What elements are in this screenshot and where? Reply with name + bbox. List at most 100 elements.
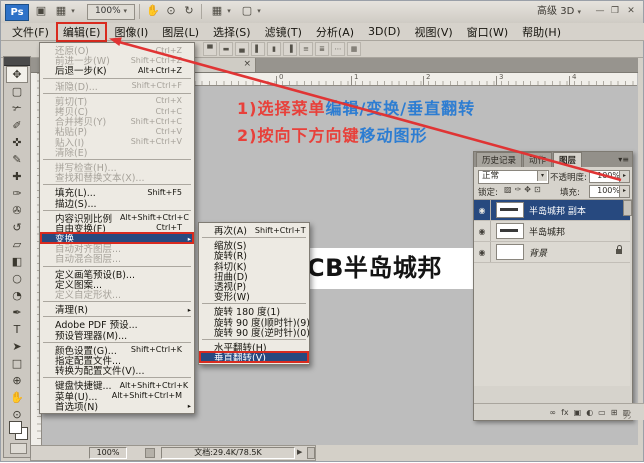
menu-item[interactable]: 后退一步(K) Alt+Ctrl+Z ▸ <box>40 65 194 75</box>
minimize-button[interactable]: — <box>593 4 607 18</box>
pen-tool[interactable]: ✒ <box>6 304 28 321</box>
visibility-eye-icon[interactable]: ◉ <box>479 227 486 236</box>
lock-pixels-icon[interactable]: ✑ <box>515 185 522 194</box>
tab-close-icon[interactable]: × <box>243 59 251 69</box>
adjustment-layer-icon[interactable]: ◐ <box>586 408 593 417</box>
visibility-eye-icon[interactable]: ◉ <box>479 248 486 257</box>
workspace-switcher[interactable]: 高级 3D ▾ <box>537 4 581 19</box>
hand-icon[interactable]: ✋ <box>145 3 161 19</box>
menu-item[interactable]: 预设管理器(M)... ▸ <box>40 330 194 340</box>
panel-menu-icon[interactable]: ▾≡ <box>618 155 629 164</box>
menu-bar-item[interactable]: 分析(A) <box>309 23 361 41</box>
link-layers-icon[interactable]: ∞ <box>549 408 556 417</box>
menu-bar-item[interactable]: 视图(V) <box>408 23 460 41</box>
layer-mask-icon[interactable]: ▣ <box>574 408 582 417</box>
align-icon[interactable]: ≣ <box>315 42 329 56</box>
align-icon[interactable]: ▌ <box>251 42 265 56</box>
tools-panel-header[interactable] <box>4 57 30 66</box>
spot-healing-brush-tool[interactable]: ✚ <box>6 168 28 185</box>
submenu-item[interactable]: 垂直翻转(V) ▸ <box>199 352 309 362</box>
lasso-tool[interactable]: ✃ <box>6 100 28 117</box>
layer-list-scrollbar[interactable] <box>623 200 632 216</box>
quick-mask-button[interactable] <box>10 443 27 454</box>
menu-bar-item[interactable]: 3D(D) <box>361 24 408 39</box>
screen-mode-caret-icon[interactable]: ▾ <box>255 3 263 19</box>
menu-bar-item[interactable]: 选择(S) <box>206 23 258 41</box>
menu-bar-item[interactable]: 图像(I) <box>107 23 155 41</box>
lock-position-icon[interactable]: ✥ <box>524 185 531 194</box>
layer-row[interactable]: ◉ 半岛城邦 <box>474 221 630 242</box>
menu-item[interactable]: 首选项(N) ▸ <box>40 401 194 411</box>
lock-all-icon[interactable]: ⊡ <box>534 185 541 194</box>
gradient-tool[interactable]: ◧ <box>6 253 28 270</box>
menu-bar-item[interactable]: 滤镜(T) <box>258 23 309 41</box>
eraser-tool[interactable]: ▱ <box>6 236 28 253</box>
blend-mode-select[interactable]: 正常 ▾ <box>478 170 549 184</box>
layer-name[interactable]: 半岛城邦 副本 <box>529 204 586 217</box>
dodge-tool[interactable]: ◔ <box>6 287 28 304</box>
align-icon[interactable]: ▮ <box>267 42 281 56</box>
menu-item[interactable]: 清除(E) ▸ <box>40 147 194 157</box>
align-icon[interactable]: ▦ <box>347 42 361 56</box>
align-icon[interactable]: ⋯ <box>331 42 345 56</box>
layer-style-icon[interactable]: fx <box>561 408 569 417</box>
foreground-color-swatch[interactable] <box>9 421 22 434</box>
layer-row[interactable]: ◉ 半岛城邦 副本 <box>474 200 630 221</box>
align-icon[interactable]: ▀ <box>203 42 217 56</box>
align-icon[interactable]: ▬ <box>219 42 233 56</box>
rotate-view-icon[interactable]: ↻ <box>181 3 197 19</box>
arrange-caret-icon[interactable]: ▾ <box>225 3 233 19</box>
submenu-item[interactable]: 再次(A) Shift+Ctrl+T ▸ <box>199 225 309 235</box>
3d-rotate-tool[interactable]: ⊕ <box>6 372 28 389</box>
quick-selection-tool[interactable]: ✐ <box>6 117 28 134</box>
align-icon[interactable]: ≡ <box>299 42 313 56</box>
lock-transparency-icon[interactable]: ▨ <box>504 185 512 194</box>
blur-tool[interactable]: ○ <box>6 270 28 287</box>
panel-tab[interactable]: 图层 <box>553 152 582 167</box>
view-extras-caret-icon[interactable]: ▾ <box>69 3 77 19</box>
submenu-item[interactable]: 变形(W) ▸ <box>199 291 309 301</box>
opacity-spinner-icon[interactable]: ▸ <box>619 170 630 183</box>
menu-bar-item[interactable]: 帮助(H) <box>515 23 568 41</box>
layer-row[interactable]: ◉ 背景 <box>474 242 630 263</box>
menu-bar-item[interactable]: 文件(F) <box>5 23 56 41</box>
menu-item[interactable]: 清理(R) ▸ <box>40 304 194 314</box>
path-selection-tool[interactable]: ➤ <box>6 338 28 355</box>
panel-tab[interactable]: 历史记录 <box>476 152 522 167</box>
screen-mode-icon[interactable]: ▢ <box>239 3 255 19</box>
fill-spinner-icon[interactable]: ▸ <box>619 185 630 198</box>
menu-item[interactable]: 查找和替换文本(X)... ▸ <box>40 172 194 182</box>
move-tool[interactable]: ✥ <box>6 66 28 83</box>
status-zoom-field[interactable]: 100% <box>89 447 127 459</box>
menu-bar-item[interactable]: 图层(L) <box>155 23 206 41</box>
bridge-icon[interactable]: ▣ <box>33 3 49 19</box>
clone-stamp-tool[interactable]: ✇ <box>6 202 28 219</box>
close-button[interactable]: ✕ <box>624 4 638 18</box>
status-expand-icon[interactable]: ▶ <box>297 448 302 456</box>
menu-item[interactable]: 转换为配置文件(V)... ▸ <box>40 365 194 375</box>
layer-name[interactable]: 背景 <box>529 246 547 259</box>
menu-item[interactable]: 描边(S)... ▸ <box>40 197 194 207</box>
layer-thumbnail[interactable] <box>496 202 524 218</box>
new-layer-icon[interactable]: ⊞ <box>611 408 618 417</box>
type-tool[interactable]: T <box>6 321 28 338</box>
layer-name[interactable]: 半岛城邦 <box>529 225 565 238</box>
hand-tool[interactable]: ✋ <box>6 389 28 406</box>
menu-item[interactable]: 定义自定形状... ▸ <box>40 289 194 299</box>
submenu-item[interactable]: 旋转 90 度(逆时针)(0) ▸ <box>199 327 309 337</box>
layer-group-icon[interactable]: ▭ <box>598 408 606 417</box>
menu-item[interactable]: 渐隐(D)... Shift+Ctrl+F ▸ <box>40 81 194 91</box>
zoom-level-dropdown[interactable]: 100% ▾ <box>87 4 135 20</box>
fill-value[interactable]: 100% <box>589 185 623 198</box>
menu-bar-item[interactable]: 窗口(W) <box>460 23 515 41</box>
panel-resize-grip[interactable] <box>623 411 631 419</box>
shape-tool[interactable]: □ <box>6 355 28 372</box>
arrange-documents-icon[interactable]: ▦ <box>209 3 225 19</box>
opacity-value[interactable]: 100% <box>589 170 623 183</box>
panel-tab[interactable]: 动作 <box>523 152 552 167</box>
layer-thumbnail[interactable] <box>496 223 524 239</box>
marquee-tool[interactable]: ▢ <box>6 83 28 100</box>
layer-thumbnail[interactable] <box>496 244 524 260</box>
visibility-eye-icon[interactable]: ◉ <box>479 206 486 215</box>
view-extras-icon[interactable]: ▦ <box>53 3 69 19</box>
